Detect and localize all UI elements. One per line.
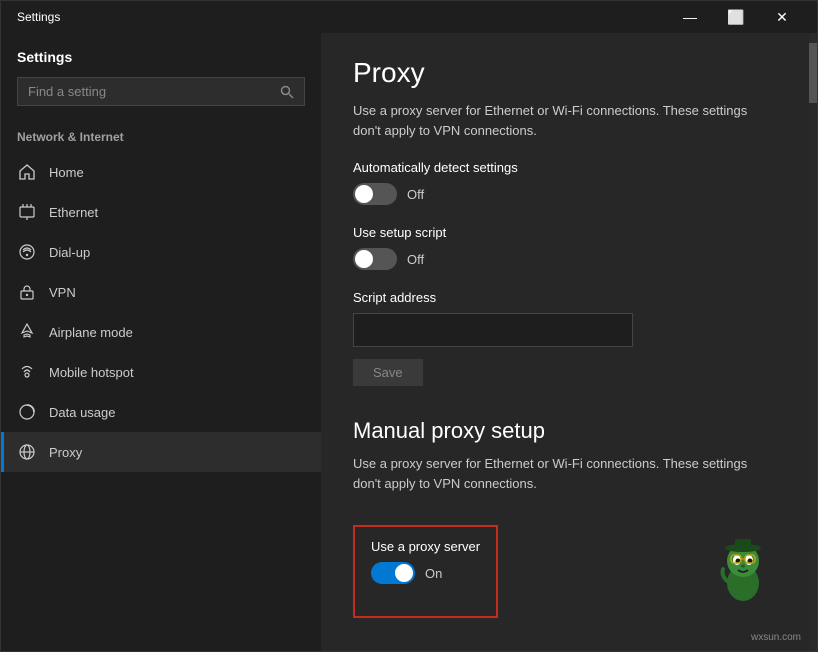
window-title: Settings	[17, 10, 60, 24]
sidebar: Settings Network & Internet	[1, 33, 321, 651]
proxy-server-box: Use a proxy server On	[353, 525, 498, 618]
home-icon	[17, 162, 37, 182]
manual-proxy-title: Manual proxy setup	[353, 418, 777, 444]
search-box[interactable]	[17, 77, 305, 106]
title-bar: Settings — ⬜ ✕	[1, 1, 817, 33]
sidebar-section-label: Network & Internet	[1, 130, 321, 152]
sidebar-nav: Home Ethernet	[1, 152, 321, 651]
close-button[interactable]: ✕	[759, 1, 805, 33]
panel-title: Proxy	[353, 57, 777, 89]
scrollbar[interactable]	[809, 33, 817, 651]
nav-label-vpn: VPN	[49, 285, 76, 300]
nav-label-data: Data usage	[49, 405, 116, 420]
dialup-icon	[17, 242, 37, 262]
manual-proxy-desc: Use a proxy server for Ethernet or Wi-Fi…	[353, 454, 777, 493]
sidebar-item-dialup[interactable]: Dial-up	[1, 232, 321, 272]
data-icon	[17, 402, 37, 422]
scrollbar-thumb[interactable]	[809, 43, 817, 103]
search-input[interactable]	[28, 84, 280, 99]
watermark: wxsun.com	[751, 632, 801, 643]
proxy-server-label: Use a proxy server	[371, 539, 480, 554]
settings-window: Settings — ⬜ ✕ Settings	[0, 0, 818, 652]
nav-label-hotspot: Mobile hotspot	[49, 365, 134, 380]
nav-label-home: Home	[49, 165, 84, 180]
auto-section-desc: Use a proxy server for Ethernet or Wi-Fi…	[353, 101, 777, 140]
airplane-icon	[17, 322, 37, 342]
sidebar-item-hotspot[interactable]: Mobile hotspot	[1, 352, 321, 392]
setup-script-row: Off	[353, 248, 777, 270]
nav-label-dialup: Dial-up	[49, 245, 90, 260]
proxy-icon	[17, 442, 37, 462]
nav-label-ethernet: Ethernet	[49, 205, 98, 220]
proxy-server-status: On	[425, 566, 442, 581]
hotspot-icon	[17, 362, 37, 382]
script-address-input[interactable]	[353, 313, 633, 347]
main-panel: Proxy Use a proxy server for Ethernet or…	[321, 33, 809, 651]
auto-detect-status: Off	[407, 187, 424, 202]
auto-detect-label: Automatically detect settings	[353, 160, 777, 175]
sidebar-header: Settings	[1, 33, 321, 130]
sidebar-item-vpn[interactable]: VPN	[1, 272, 321, 312]
mascot-image	[713, 533, 773, 603]
search-icon	[280, 85, 294, 99]
sidebar-item-data[interactable]: Data usage	[1, 392, 321, 432]
app-title: Settings	[17, 49, 305, 65]
nav-label-airplane: Airplane mode	[49, 325, 133, 340]
sidebar-item-airplane[interactable]: Airplane mode	[1, 312, 321, 352]
nav-label-proxy: Proxy	[49, 445, 82, 460]
auto-detect-toggle[interactable]	[353, 183, 397, 205]
proxy-server-toggle[interactable]	[371, 562, 415, 584]
proxy-server-row: On	[371, 562, 480, 584]
setup-script-status: Off	[407, 252, 424, 267]
maximize-button[interactable]: ⬜	[713, 1, 759, 33]
sidebar-item-home[interactable]: Home	[1, 152, 321, 192]
minimize-button[interactable]: —	[667, 1, 713, 33]
setup-script-toggle[interactable]	[353, 248, 397, 270]
main-content: Settings Network & Internet	[1, 33, 817, 651]
vpn-icon	[17, 282, 37, 302]
sidebar-item-proxy[interactable]: Proxy	[1, 432, 321, 472]
auto-detect-row: Off	[353, 183, 777, 205]
sidebar-item-ethernet[interactable]: Ethernet	[1, 192, 321, 232]
title-bar-controls: — ⬜ ✕	[667, 1, 805, 33]
script-address-label: Script address	[353, 290, 777, 305]
save-button[interactable]: Save	[353, 359, 423, 386]
setup-script-label: Use setup script	[353, 225, 777, 240]
ethernet-icon	[17, 202, 37, 222]
